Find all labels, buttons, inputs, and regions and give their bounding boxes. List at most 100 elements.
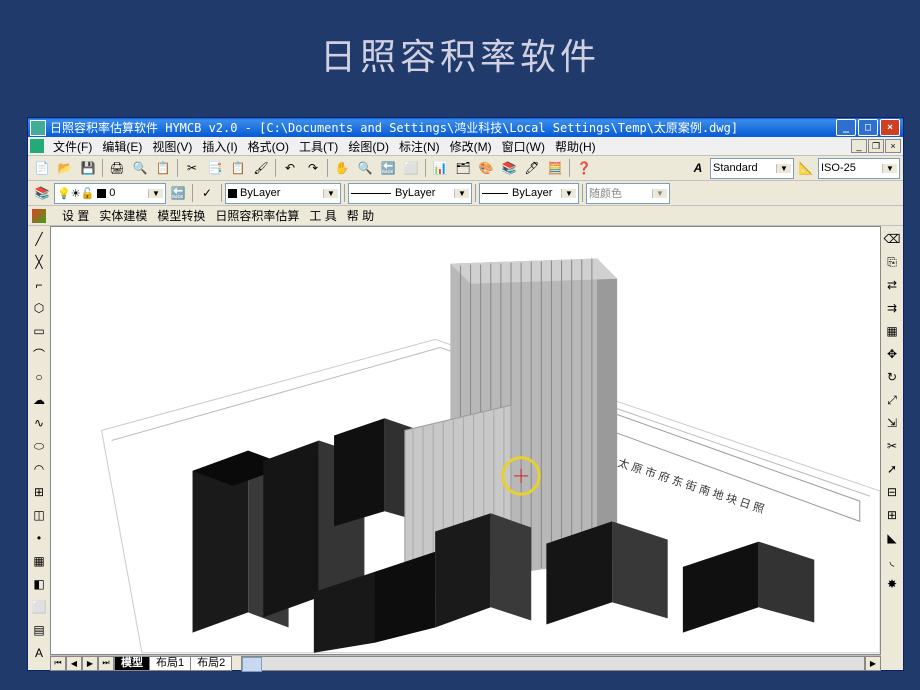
sub-solid[interactable]: 实体建模 — [99, 207, 147, 224]
help-icon[interactable]: ❓ — [573, 157, 595, 179]
copy2-icon[interactable]: ⎘ — [882, 252, 902, 272]
h-scrollbar[interactable] — [241, 656, 865, 671]
color-combo[interactable]: ByLayer ▼ — [225, 183, 341, 204]
line-icon[interactable]: ╱ — [29, 229, 49, 249]
dimstyle-combo[interactable]: ISO-25▼ — [818, 158, 900, 179]
fillet-icon[interactable]: ◟ — [882, 551, 902, 571]
extend-icon[interactable]: ➚ — [882, 459, 902, 479]
pan-icon[interactable]: ✋ — [331, 157, 353, 179]
menu-help[interactable]: 帮助(H) — [550, 138, 601, 155]
tab-layout2[interactable]: 布局2 — [190, 656, 232, 671]
h-scroll-thumb[interactable] — [242, 657, 262, 672]
menu-tools[interactable]: 工具(T) — [294, 138, 343, 155]
h-scroll-right-icon[interactable]: ▶ — [865, 656, 881, 671]
mdi-restore[interactable]: ❐ — [868, 139, 884, 153]
region-icon[interactable]: ⬜ — [29, 597, 49, 617]
textstyle-combo[interactable]: Standard▼ — [710, 158, 794, 179]
explode-icon[interactable]: ✸ — [882, 574, 902, 594]
trim-icon[interactable]: ✂ — [882, 436, 902, 456]
menu-window[interactable]: 窗口(W) — [497, 138, 550, 155]
open-icon[interactable]: 📂 — [54, 157, 76, 179]
markup-icon[interactable]: 🖊 — [521, 157, 543, 179]
mtext-icon[interactable]: A — [29, 643, 49, 663]
maximize-button[interactable]: □ — [858, 119, 878, 136]
stretch-icon[interactable]: ⇲ — [882, 413, 902, 433]
menu-modify[interactable]: 修改(M) — [445, 138, 497, 155]
menu-format[interactable]: 格式(O) — [243, 138, 294, 155]
break-icon[interactable]: ⊟ — [882, 482, 902, 502]
paste-icon[interactable]: 📋 — [227, 157, 249, 179]
rectangle-icon[interactable]: ▭ — [29, 321, 49, 341]
tab-first-icon[interactable]: ⏮ — [50, 656, 66, 671]
sub-tool[interactable]: 工 具 — [309, 207, 336, 224]
match-icon[interactable]: 🖌 — [250, 157, 272, 179]
sub-settings[interactable]: 设 置 — [62, 207, 89, 224]
revcloud-icon[interactable]: ☁ — [29, 390, 49, 410]
table-icon[interactable]: ▤ — [29, 620, 49, 640]
new-icon[interactable]: 📄 — [31, 157, 53, 179]
move-icon[interactable]: ✥ — [882, 344, 902, 364]
mirror-icon[interactable]: ⇄ — [882, 275, 902, 295]
textstyle-icon[interactable]: A — [687, 157, 709, 179]
menu-insert[interactable]: 插入(I) — [197, 138, 242, 155]
designcenter-icon[interactable]: 🗂 — [452, 157, 474, 179]
layer-mgr-icon[interactable]: 📚 — [31, 182, 53, 204]
linetype-combo[interactable]: ByLayer ▼ — [348, 183, 472, 204]
cut-icon[interactable]: ✂ — [181, 157, 203, 179]
zoom-win-icon[interactable]: ⬜ — [400, 157, 422, 179]
undo-icon[interactable]: ↶ — [279, 157, 301, 179]
drawing-canvas[interactable]: 太 原 市 府 东 街 南 地 块 日 照 — [50, 226, 881, 655]
layer-prev-icon[interactable]: 🔙 — [167, 182, 189, 204]
arc-icon[interactable]: ⌒ — [29, 344, 49, 364]
pline-icon[interactable]: ⌐ — [29, 275, 49, 295]
dimstyle-icon[interactable]: 📐 — [795, 157, 817, 179]
menu-view[interactable]: 视图(V) — [147, 138, 197, 155]
sub-calc[interactable]: 日照容积率估算 — [215, 207, 299, 224]
lineweight-combo[interactable]: ByLayer ▼ — [479, 183, 579, 204]
join-icon[interactable]: ⊞ — [882, 505, 902, 525]
tab-last-icon[interactable]: ⏭ — [98, 656, 114, 671]
tab-layout1[interactable]: 布局1 — [149, 656, 191, 671]
sub-help[interactable]: 帮 助 — [347, 207, 374, 224]
menu-draw[interactable]: 绘图(D) — [343, 138, 394, 155]
offset-icon[interactable]: ⇉ — [882, 298, 902, 318]
array-icon[interactable]: ▦ — [882, 321, 902, 341]
make-current-icon[interactable]: ✓ — [196, 182, 218, 204]
publish-icon[interactable]: 📋 — [152, 157, 174, 179]
scale-icon[interactable]: ⤢ — [882, 390, 902, 410]
sub-convert[interactable]: 模型转换 — [157, 207, 205, 224]
print-icon[interactable]: 🖨 — [106, 157, 128, 179]
zoom-prev-icon[interactable]: 🔙 — [377, 157, 399, 179]
sheetset-icon[interactable]: 📚 — [498, 157, 520, 179]
polygon-icon[interactable]: ⬡ — [29, 298, 49, 318]
mdi-close[interactable]: × — [885, 139, 901, 153]
save-icon[interactable]: 💾 — [77, 157, 99, 179]
menu-dimension[interactable]: 标注(N) — [394, 138, 445, 155]
tab-next-icon[interactable]: ▶ — [82, 656, 98, 671]
close-button[interactable]: × — [880, 119, 900, 136]
copy-icon[interactable]: 📑 — [204, 157, 226, 179]
ellipse-icon[interactable]: ⬭ — [29, 436, 49, 456]
spline-icon[interactable]: ∿ — [29, 413, 49, 433]
mdi-minimize[interactable]: _ — [851, 139, 867, 153]
tab-model[interactable]: 模型 — [114, 656, 150, 671]
menu-edit[interactable]: 编辑(E) — [97, 138, 147, 155]
minimize-button[interactable]: _ — [836, 119, 856, 136]
ellipsearc-icon[interactable]: ◠ — [29, 459, 49, 479]
rotate-icon[interactable]: ↻ — [882, 367, 902, 387]
point-icon[interactable]: • — [29, 528, 49, 548]
preview-icon[interactable]: 🔍 — [129, 157, 151, 179]
layer-combo[interactable]: 💡 ☀ 🔓 0 ▼ — [54, 183, 166, 204]
tab-prev-icon[interactable]: ◀ — [66, 656, 82, 671]
zoom-icon[interactable]: 🔍 — [354, 157, 376, 179]
redo-icon[interactable]: ↷ — [302, 157, 324, 179]
chamfer-icon[interactable]: ◣ — [882, 528, 902, 548]
block-icon[interactable]: ◫ — [29, 505, 49, 525]
toolpalette-icon[interactable]: 🎨 — [475, 157, 497, 179]
gradient-icon[interactable]: ◧ — [29, 574, 49, 594]
xline-icon[interactable]: ╳ — [29, 252, 49, 272]
hatch-icon[interactable]: ▦ — [29, 551, 49, 571]
properties-icon[interactable]: 📊 — [429, 157, 451, 179]
calc-icon[interactable]: 🧮 — [544, 157, 566, 179]
circle-icon[interactable]: ○ — [29, 367, 49, 387]
